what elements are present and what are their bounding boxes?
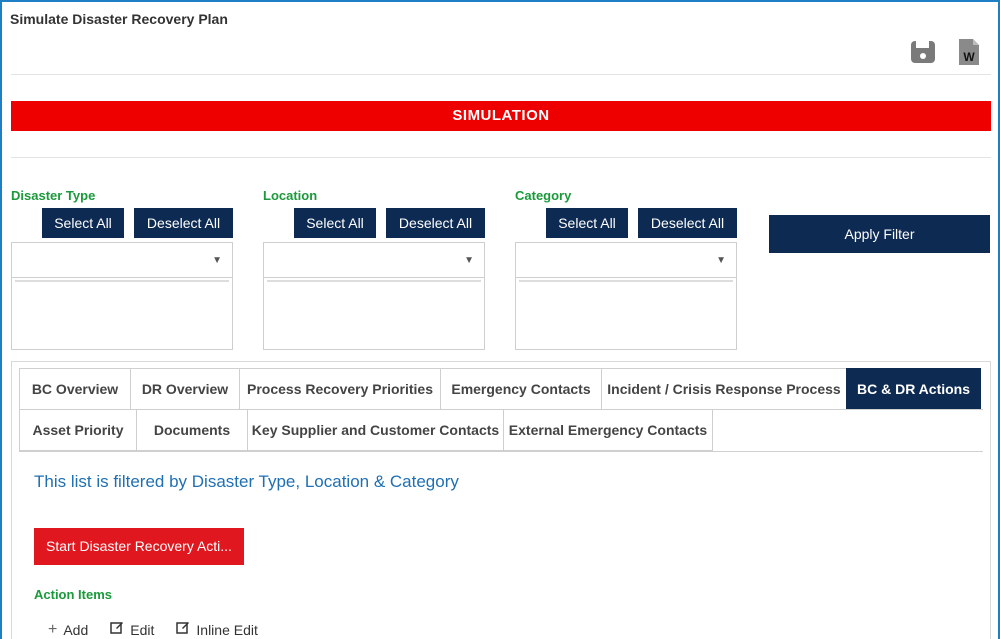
tab-process-recovery-priorities[interactable]: Process Recovery Priorities [239, 368, 441, 410]
location-listbox[interactable] [263, 278, 485, 350]
deselect-all-button[interactable]: Deselect All [638, 208, 737, 238]
category-listbox[interactable] [515, 278, 737, 350]
tabs-panel: BC Overview DR Overview Process Recovery… [11, 361, 991, 639]
location-dropdown[interactable]: ▼ [263, 242, 485, 278]
select-all-button[interactable]: Select All [294, 208, 376, 238]
action-items-toolbar: + Add Edit Inline Edit [48, 620, 258, 639]
svg-text:W: W [963, 50, 975, 64]
tab-asset-priority[interactable]: Asset Priority [19, 409, 137, 451]
filter-disaster-type: Disaster Type Select All Deselect All ▼ [11, 188, 241, 350]
filtered-note: This list is filtered by Disaster Type, … [34, 472, 459, 491]
edit-icon [110, 620, 124, 639]
add-button[interactable]: + Add [48, 620, 88, 639]
category-dropdown[interactable]: ▼ [515, 242, 737, 278]
tab-dr-overview[interactable]: DR Overview [130, 368, 240, 410]
divider [11, 74, 991, 75]
select-all-button[interactable]: Select All [42, 208, 124, 238]
divider [11, 157, 991, 158]
plus-icon: + [48, 620, 58, 638]
tab-bc-dr-actions[interactable]: BC & DR Actions [846, 368, 981, 410]
filter-label: Category [515, 188, 572, 203]
inline-edit-button[interactable]: Inline Edit [176, 620, 258, 639]
filter-label: Disaster Type [11, 188, 96, 203]
chevron-down-icon[interactable]: ▼ [464, 255, 474, 266]
page-title: Simulate Disaster Recovery Plan [10, 11, 228, 27]
window-frame: Simulate Disaster Recovery Plan W SIMULA… [0, 0, 1000, 639]
disaster-type-dropdown[interactable]: ▼ [11, 242, 233, 278]
tab-emergency-contacts[interactable]: Emergency Contacts [440, 368, 602, 410]
filter-location: Location Select All Deselect All ▼ [263, 188, 493, 350]
tab-row-2: Asset Priority Documents Key Supplier an… [19, 409, 713, 451]
filter-label: Location [263, 188, 318, 203]
edit-icon [176, 620, 190, 639]
filter-category: Category Select All Deselect All ▼ [515, 188, 745, 350]
tab-divider [19, 451, 983, 452]
word-export-icon[interactable]: W [956, 38, 982, 66]
start-disaster-recovery-button[interactable]: Start Disaster Recovery Acti... [34, 528, 244, 565]
select-all-button[interactable]: Select All [546, 208, 628, 238]
edit-label: Edit [130, 621, 155, 638]
tab-key-supplier-customer-contacts[interactable]: Key Supplier and Customer Contacts [247, 409, 504, 451]
tab-documents[interactable]: Documents [136, 409, 248, 451]
deselect-all-button[interactable]: Deselect All [386, 208, 485, 238]
disaster-type-listbox[interactable] [11, 278, 233, 350]
apply-filter-button[interactable]: Apply Filter [769, 215, 990, 253]
tab-bc-overview[interactable]: BC Overview [19, 368, 131, 410]
deselect-all-button[interactable]: Deselect All [134, 208, 233, 238]
save-icon[interactable] [910, 38, 936, 66]
tab-row-1: BC Overview DR Overview Process Recovery… [19, 368, 981, 410]
tab-incident-crisis-response[interactable]: Incident / Crisis Response Process [601, 368, 847, 410]
action-items-label: Action Items [34, 587, 113, 602]
edit-button[interactable]: Edit [110, 620, 154, 639]
inline-edit-label: Inline Edit [196, 621, 258, 638]
chevron-down-icon[interactable]: ▼ [716, 255, 726, 266]
simulation-banner: SIMULATION [11, 101, 991, 131]
chevron-down-icon[interactable]: ▼ [212, 255, 222, 266]
tab-external-emergency-contacts[interactable]: External Emergency Contacts [503, 409, 713, 451]
add-label: Add [63, 621, 89, 638]
